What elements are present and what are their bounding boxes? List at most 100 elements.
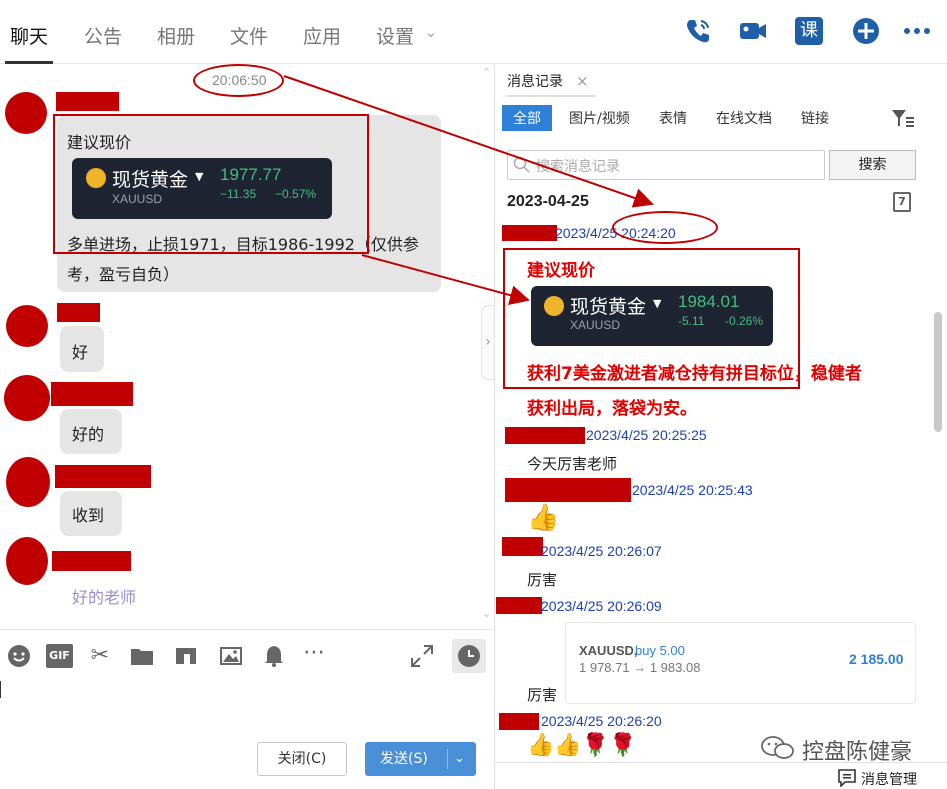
trade-side: buy 5.00 — [635, 643, 685, 658]
scissors-icon[interactable]: ✂ — [88, 644, 112, 668]
message-timestamp: 2023/4/25 20:25:43 — [632, 482, 753, 498]
tab-announcement[interactable]: 公告 — [84, 22, 122, 49]
history-message-text: 今天厉害老师 — [527, 455, 618, 473]
avatar[interactable] — [5, 92, 47, 134]
trade-symbol: XAUUSD, — [579, 643, 638, 658]
redacted-sender-name — [55, 465, 151, 488]
video-icon[interactable] — [738, 16, 768, 46]
history-tab-underline — [506, 95, 596, 97]
text-cursor — [0, 681, 1, 698]
expand-panel-handle[interactable]: › — [481, 305, 495, 380]
scroll-up-icon[interactable]: ⌃ — [482, 66, 491, 79]
message-timestamp: 2023/4/25 20:26:20 — [541, 713, 662, 729]
tab-chat[interactable]: 聊天 — [10, 22, 48, 49]
folder-icon[interactable] — [130, 644, 154, 668]
calendar-icon[interactable]: 7 — [893, 192, 911, 212]
avatar[interactable] — [6, 457, 50, 507]
redacted-sender-name — [505, 478, 631, 502]
message-manage-icon[interactable] — [837, 769, 857, 787]
search-button[interactable]: 搜索 — [829, 150, 916, 180]
caret-down-icon: ▼ — [653, 297, 662, 310]
emoji-row: 👍👍🌹🌹 — [527, 733, 637, 758]
thumbs-up-emoji: 👍 — [527, 503, 560, 533]
top-nav: 聊天 公告 相册 文件 应用 设置 ⌄ 课 — [0, 0, 947, 64]
send-divider — [447, 749, 448, 769]
trade-profit: 2 185.00 — [849, 651, 904, 667]
redacted-sender-name — [57, 303, 100, 322]
chevron-down-icon: ⌄ — [425, 25, 437, 41]
avatar[interactable] — [6, 305, 48, 347]
filter-stickers[interactable]: 表情 — [659, 108, 687, 128]
redacted-sender-name — [496, 597, 542, 614]
timestamp-highlight-ellipse — [612, 211, 718, 244]
redacted-sender-name — [499, 713, 539, 730]
expand-icon[interactable] — [410, 644, 434, 668]
ticker-change-percent: -0.26% — [725, 314, 764, 328]
message-text: 好的老师 — [72, 588, 137, 607]
message-timestamp: 2023/4/25 20:26:07 — [541, 543, 662, 559]
clock-icon — [458, 645, 480, 667]
gold-coin-icon — [544, 296, 564, 316]
message-manage-link[interactable]: 消息管理 — [861, 769, 917, 789]
message-timestamp: 2023/4/25 20:25:25 — [586, 427, 707, 443]
ticker-change: -5.11 — [678, 314, 705, 328]
avatar[interactable] — [6, 537, 48, 585]
search-input[interactable]: 搜索消息记录 — [507, 150, 825, 180]
message-text: 好的 — [72, 425, 105, 444]
emoji-icon[interactable] — [7, 644, 31, 668]
filter-online-docs[interactable]: 在线文档 — [716, 108, 772, 128]
history-message-text: 厉害 — [527, 571, 558, 589]
image-icon[interactable] — [219, 644, 243, 668]
redacted-sender-name — [502, 225, 557, 241]
message-highlight-box — [53, 114, 369, 254]
search-icon — [513, 156, 530, 173]
redacted-sender-name — [52, 551, 131, 571]
history-message-text: 厉害 — [527, 686, 558, 704]
search-placeholder: 搜索消息记录 — [536, 159, 620, 175]
avatar[interactable] — [4, 375, 50, 421]
filter-media[interactable]: 图片/视频 — [569, 108, 630, 128]
redacted-sender-name — [502, 537, 543, 556]
history-toggle-button[interactable] — [452, 639, 486, 673]
redacted-sender-name — [56, 92, 119, 111]
redacted-sender-name — [505, 427, 585, 444]
trade-prices: 1 978.71 → 1 983.08 — [579, 660, 701, 675]
history-date: 2023-04-25 — [507, 193, 589, 210]
add-icon[interactable] — [851, 16, 881, 46]
filter-icon[interactable] — [891, 109, 915, 129]
send-label: 发送(S) — [380, 751, 428, 767]
phone-icon[interactable] — [683, 16, 713, 46]
close-icon[interactable]: × — [576, 72, 589, 90]
ticker-code: XAUUSD — [570, 318, 621, 332]
send-button[interactable]: 发送(S) ⌄ — [365, 742, 476, 776]
tab-settings[interactable]: 设置 — [376, 22, 414, 49]
message-title: 建议现价 — [527, 261, 595, 281]
wechat-logo-icon — [761, 736, 794, 759]
message-timestamp: 2023/4/25 20:26:09 — [541, 598, 662, 614]
close-button[interactable]: 关闭(C) — [257, 742, 347, 776]
redacted-sender-name — [51, 382, 133, 406]
watermark-text: 控盘陈健豪 — [802, 740, 913, 765]
time-highlight-ellipse — [193, 64, 284, 97]
class-icon[interactable]: 课 — [795, 17, 823, 45]
profit-text-line2: 获利出局，落袋为安。 — [527, 399, 697, 419]
document-icon[interactable] — [174, 644, 198, 668]
scroll-down-icon[interactable]: ⌄ — [482, 607, 491, 620]
more-icon[interactable] — [902, 16, 932, 46]
ticker-price: 1984.01 — [678, 292, 740, 311]
input-toolbar: GIF ✂ ⋯ — [0, 629, 493, 681]
more-tools-icon[interactable]: ⋯ — [302, 642, 326, 668]
filter-all[interactable]: 全部 — [502, 105, 552, 131]
profit-text-line1: 获利7美金激进者减仓持有拼目标位，稳健者 — [527, 364, 862, 384]
bell-icon[interactable] — [262, 644, 286, 668]
history-scrollbar[interactable] — [934, 312, 942, 432]
filter-links[interactable]: 链接 — [801, 108, 829, 128]
gif-icon[interactable]: GIF — [46, 644, 73, 668]
send-options-chevron-icon[interactable]: ⌄ — [454, 742, 465, 776]
ticker-name: 现货黄金 — [570, 296, 647, 318]
tab-files[interactable]: 文件 — [230, 22, 268, 49]
trade-screenshot-card[interactable]: XAUUSD, buy 5.00 1 978.71 → 1 983.08 2 1… — [565, 622, 916, 704]
history-title: 消息记录 — [507, 74, 563, 90]
tab-album[interactable]: 相册 — [157, 22, 195, 49]
tab-apps[interactable]: 应用 — [303, 22, 341, 49]
